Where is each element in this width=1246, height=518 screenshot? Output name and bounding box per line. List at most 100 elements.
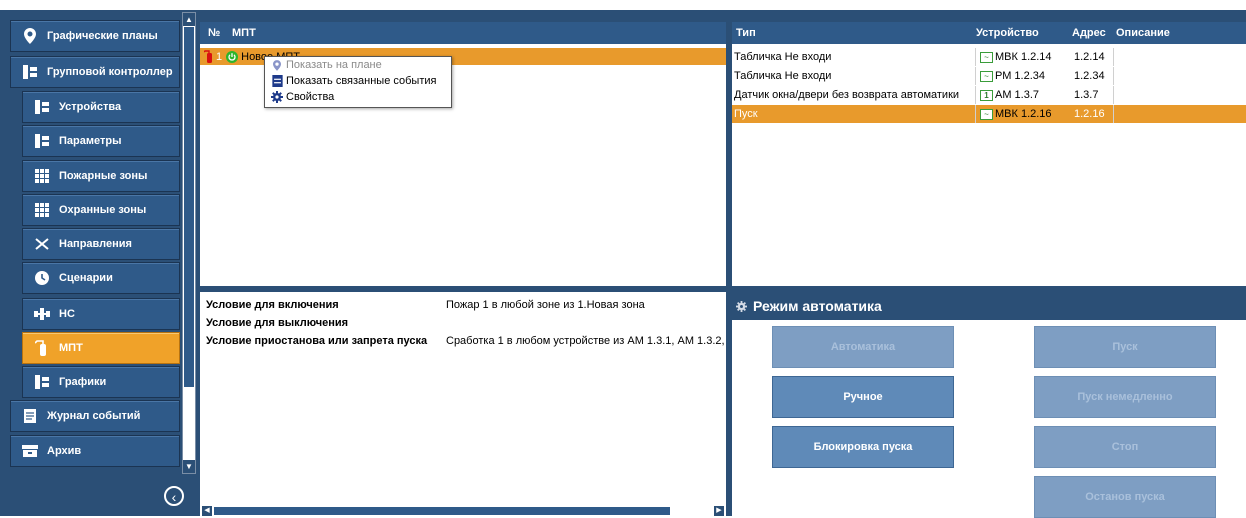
nav-label: Устройства: [59, 101, 122, 113]
col-description-header[interactable]: Описание: [1116, 27, 1170, 39]
mpt-list-header: № МПТ: [200, 22, 726, 44]
menu-item-label: Показать на плане: [286, 59, 382, 71]
suspend-start-button[interactable]: Останов пуска: [1034, 476, 1216, 518]
col-mpt-header[interactable]: МПТ: [232, 27, 256, 39]
device-address: 1.2.14: [1074, 48, 1114, 66]
archive-icon: [19, 442, 41, 460]
scroll-down-icon[interactable]: ▼: [183, 460, 195, 473]
start-immediately-button[interactable]: Пуск немедленно: [1034, 376, 1216, 418]
journal-icon: [271, 75, 283, 87]
device-type: Датчик окна/двери без возврата автоматик…: [732, 86, 976, 104]
nav-devices[interactable]: Устройства: [22, 91, 180, 123]
device-address: 1.3.7: [1074, 86, 1114, 104]
nav-graphic-plans[interactable]: Графические планы: [10, 20, 180, 52]
extinguisher-icon: [204, 50, 213, 63]
device-name: АМ 1.3.7: [995, 89, 1040, 101]
automatic-button[interactable]: Автоматика: [772, 326, 954, 368]
device-address: 1.2.16: [1074, 105, 1114, 123]
directions-icon: [31, 235, 53, 253]
condition-label: Условие для выключения: [206, 317, 349, 329]
stop-button[interactable]: Стоп: [1034, 426, 1216, 468]
nav-label: Охранные зоны: [59, 204, 147, 216]
condition-value: [446, 317, 724, 329]
menu-item-label: Свойства: [286, 91, 335, 103]
condition-value: Пожар 1 в любой зоне из 1.Новая зона: [446, 299, 645, 311]
nav-label: МПТ: [59, 342, 83, 354]
collapse-sidebar-button[interactable]: ‹: [164, 486, 184, 506]
col-address-header[interactable]: Адрес: [1072, 27, 1116, 39]
device-address: 1.2.34: [1074, 67, 1114, 85]
scroll-up-icon[interactable]: ▲: [183, 13, 195, 26]
condition-label: Условие для включения: [206, 299, 339, 311]
condition-label: Условие приостанова или запрета пуска: [206, 335, 428, 347]
mode-title: Режим автоматика: [736, 298, 882, 314]
condition-row: Условие для выключения: [206, 317, 724, 329]
nav-archive[interactable]: Архив: [10, 435, 180, 467]
menu-show-on-plan[interactable]: Показать на плане: [265, 57, 451, 73]
menu-show-related-events[interactable]: Показать связанные события: [265, 73, 451, 89]
device-name: МВК 1.2.14: [995, 51, 1052, 63]
grid-icon: [31, 201, 53, 219]
conditions-hscrollbar[interactable]: ◀ ▶: [202, 506, 724, 516]
pump-icon: [31, 305, 53, 323]
nav-label: Направления: [59, 238, 132, 250]
col-device-header[interactable]: Устройство: [976, 27, 1072, 39]
menu-properties[interactable]: Свойства: [265, 89, 451, 105]
col-no-header[interactable]: №: [208, 27, 228, 39]
nav-security-zones[interactable]: Охранные зоны: [22, 194, 180, 226]
start-button[interactable]: Пуск: [1034, 326, 1216, 368]
power-on-icon: [226, 50, 239, 63]
nav-label: Групповой контроллер: [47, 66, 173, 78]
col-type-header[interactable]: Тип: [736, 27, 976, 39]
device-name: МВК 1.2.16: [995, 108, 1052, 120]
device-row[interactable]: Табличка Не входи ~ МВК 1.2.14 1.2.14: [732, 48, 1246, 66]
nav-directions[interactable]: Направления: [22, 228, 180, 260]
map-pin-icon: [271, 59, 283, 71]
condition-value: Сработка 1 в любом устройстве из АМ 1.3.…: [446, 335, 724, 347]
nav-label: НС: [59, 308, 75, 320]
clock-icon: [31, 269, 53, 287]
nav-label: Сценарии: [59, 272, 113, 284]
scroll-thumb[interactable]: [184, 27, 194, 387]
device-row[interactable]: Датчик окна/двери без возврата автоматик…: [732, 86, 1246, 104]
sidebar-scrollbar[interactable]: ▲ ▼: [182, 12, 196, 474]
menu-item-label: Показать связанные события: [286, 75, 437, 87]
device-type: Табличка Не входи: [732, 48, 976, 66]
scroll-left-icon[interactable]: ◀: [202, 506, 212, 516]
nav-label: Архив: [47, 445, 82, 457]
mpt-row-no: 1: [216, 50, 223, 63]
wave-icon: ~: [980, 70, 993, 82]
scroll-thumb[interactable]: [214, 507, 670, 515]
nav-label: Параметры: [59, 135, 122, 147]
manual-button[interactable]: Ручное: [772, 376, 954, 418]
device-row[interactable]: Табличка Не входи ~ РМ 1.2.34 1.2.34: [732, 67, 1246, 85]
nav-label: Графики: [59, 376, 107, 388]
condition-row: Условие для включения Пожар 1 в любой зо…: [206, 299, 724, 311]
device-type: Табличка Не входи: [732, 67, 976, 85]
wave-icon: ~: [980, 51, 993, 63]
nav-event-journal[interactable]: Журнал событий: [10, 400, 180, 432]
one-icon: 1: [980, 89, 993, 101]
nav-pump-stations[interactable]: НС: [22, 298, 180, 330]
nav-label: Журнал событий: [47, 410, 141, 422]
context-menu: Показать на плане Показать связанные соб…: [264, 56, 452, 108]
mode-title-text: Режим автоматика: [753, 298, 882, 314]
devices-header: Тип Устройство Адрес Описание: [732, 22, 1246, 44]
tree-icon: [31, 373, 53, 391]
device-row-selected[interactable]: Пуск ~ МВК 1.2.16 1.2.16: [732, 105, 1246, 123]
grid-icon: [31, 167, 53, 185]
nav-parameters[interactable]: Параметры: [22, 125, 180, 157]
block-start-button[interactable]: Блокировка пуска: [772, 426, 954, 468]
wave-icon: ~: [980, 108, 993, 120]
nav-label: Графические планы: [47, 30, 158, 42]
nav-charts[interactable]: Графики: [22, 366, 180, 398]
device-name: РМ 1.2.34: [995, 70, 1046, 82]
nav-mpt[interactable]: МПТ: [22, 332, 180, 364]
nav-group-controller[interactable]: Групповой контроллер: [10, 56, 180, 88]
scroll-right-icon[interactable]: ▶: [714, 506, 724, 516]
nav-fire-zones[interactable]: Пожарные зоны: [22, 160, 180, 192]
tree-icon: [31, 132, 53, 150]
gear-icon: [271, 91, 283, 103]
journal-icon: [19, 407, 41, 425]
nav-scenarios[interactable]: Сценарии: [22, 262, 180, 294]
